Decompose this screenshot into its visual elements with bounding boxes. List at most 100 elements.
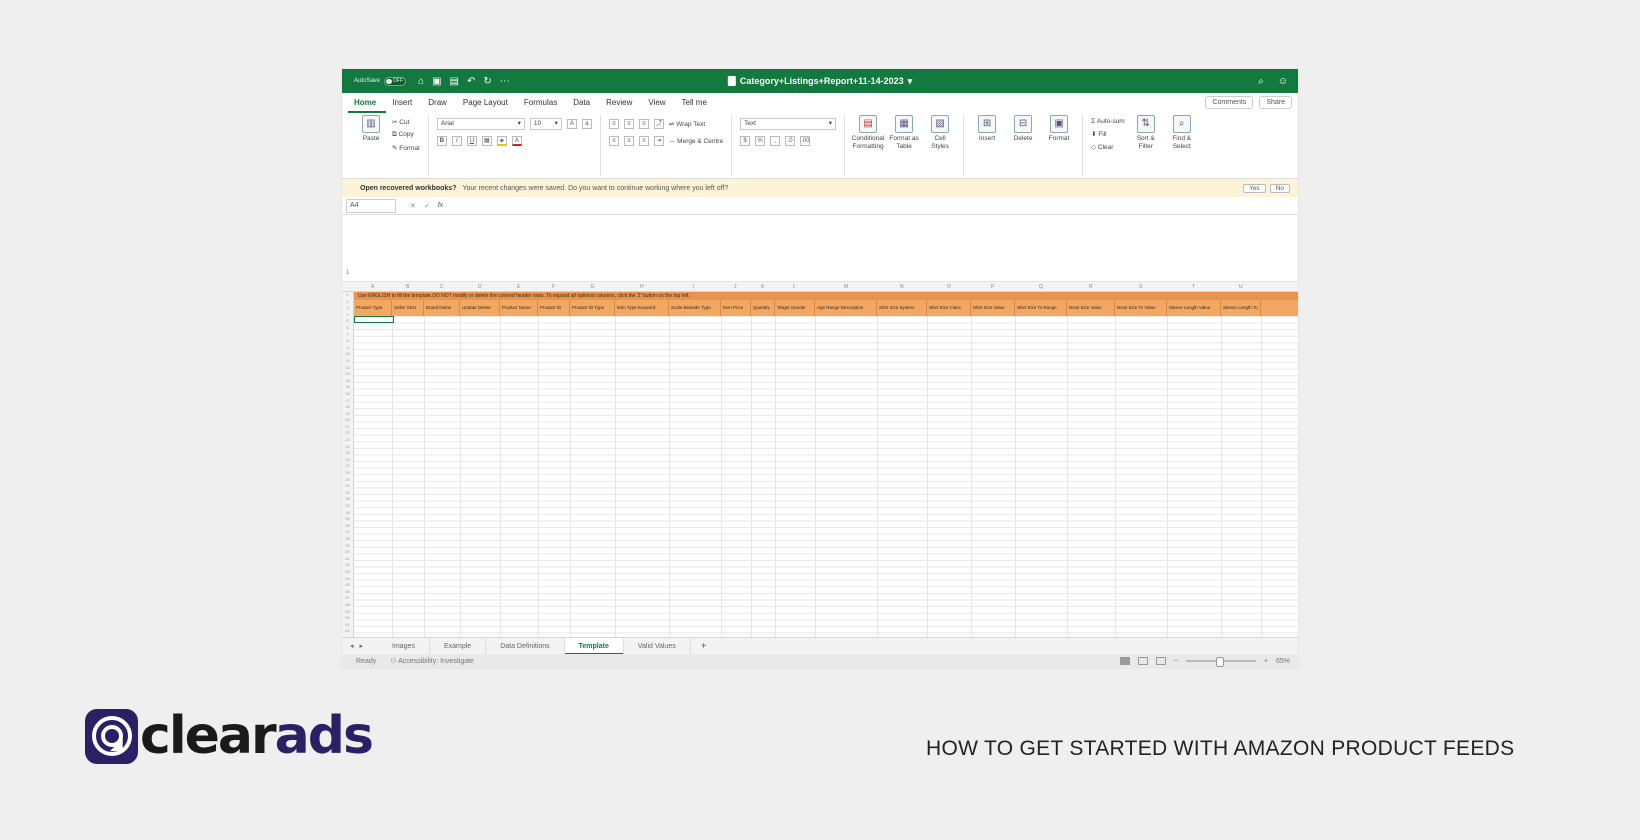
sort-filter-button[interactable]: ⇅ Sort & Filter	[1131, 115, 1161, 151]
insert-cells-button[interactable]: ⊞ Insert	[972, 115, 1002, 143]
selected-cell[interactable]	[354, 316, 394, 323]
decrease-font-icon[interactable]: a	[581, 119, 592, 129]
row-number[interactable]: 2	[342, 299, 353, 306]
row-number[interactable]: 5	[342, 318, 353, 325]
row-number[interactable]: 49	[342, 609, 353, 616]
italic-icon[interactable]: I	[451, 136, 462, 146]
row-number[interactable]: 1	[342, 292, 353, 299]
borders-icon[interactable]: ▦	[481, 136, 492, 146]
column-letter[interactable]: N	[900, 282, 904, 292]
tab-draw[interactable]: Draw	[422, 93, 457, 113]
row-number[interactable]: 43	[342, 569, 353, 576]
align-center-icon[interactable]: ≡	[623, 136, 634, 146]
column-header-cell[interactable]: Target Gender	[775, 300, 815, 316]
paste-button[interactable]: ▥ Paste	[356, 115, 386, 143]
comma-icon[interactable]: ,	[770, 136, 781, 146]
merge-centre-button[interactable]: ⇔ Merge & Centre	[669, 138, 723, 145]
font-size-select[interactable]: 10 ▾	[529, 118, 562, 130]
column-header-cell[interactable]: Product ID Type	[570, 300, 615, 316]
column-letter[interactable]: T	[1192, 282, 1195, 292]
column-letter[interactable]: S	[1139, 282, 1142, 292]
row-number[interactable]: 26	[342, 457, 353, 464]
column-letter[interactable]: O	[947, 282, 951, 292]
tab-template[interactable]: Template	[564, 637, 624, 655]
row-number[interactable]: 39	[342, 543, 353, 550]
row-number[interactable]: 38	[342, 536, 353, 543]
row-number[interactable]: 48	[342, 602, 353, 609]
tab-formulas[interactable]: Formulas	[518, 93, 567, 113]
autosum-button[interactable]: Σ Auto-sum	[1091, 118, 1125, 125]
column-letter[interactable]: P	[991, 282, 994, 292]
tab-example[interactable]: Example	[430, 637, 487, 655]
zoom-out-icon[interactable]: −	[1174, 658, 1178, 665]
column-header-cell[interactable]: Scale Bedside Type	[669, 300, 721, 316]
number-format-select[interactable]: Text ▾	[740, 118, 837, 130]
row-number[interactable]: 18	[342, 404, 353, 411]
row-number[interactable]: 10	[342, 351, 353, 358]
format-cells-button[interactable]: ▣ Format	[1044, 115, 1074, 143]
row-number[interactable]: 51	[342, 622, 353, 629]
comments-button[interactable]: Comments	[1205, 96, 1254, 109]
yes-button[interactable]: Yes	[1243, 183, 1266, 193]
cut-button[interactable]: ✂ Cut	[392, 118, 420, 126]
column-letter[interactable]: R	[1089, 282, 1093, 292]
row-number[interactable]: 52	[342, 628, 353, 635]
row-number[interactable]: 42	[342, 562, 353, 569]
row-number[interactable]: 20	[342, 417, 353, 424]
row-number[interactable]: 19	[342, 411, 353, 418]
add-sheet-icon[interactable]: +	[691, 641, 717, 652]
column-letter[interactable]: B	[406, 282, 409, 292]
row-number[interactable]: 8	[342, 338, 353, 345]
row-number[interactable]: 44	[342, 576, 353, 583]
align-top-icon[interactable]: ≡	[608, 119, 619, 129]
column-letter[interactable]: A	[371, 282, 374, 292]
column-header-cell[interactable]: Shirt Size System	[877, 300, 927, 316]
tab-view[interactable]: View	[642, 93, 675, 113]
tab-insert[interactable]: Insert	[386, 93, 422, 113]
zoom-in-icon[interactable]: +	[1264, 658, 1268, 665]
column-letter[interactable]: Q	[1039, 282, 1043, 292]
copy-button[interactable]: ⧉ Copy	[392, 131, 420, 139]
delete-cells-button[interactable]: ⊟ Delete	[1008, 115, 1038, 143]
autosave-toggle[interactable]: AutoSave OFF	[354, 76, 407, 86]
column-header-cell[interactable]: Product Name	[500, 300, 538, 316]
column-header-cell[interactable]: Shirt Size To Range	[1015, 300, 1067, 316]
column-header-cell[interactable]: Shirt Size Class	[927, 300, 971, 316]
accessibility-status[interactable]: ⚇ Accessibility: Investigate	[390, 657, 474, 665]
outline-level-button[interactable]: 1	[346, 270, 349, 276]
sheet-nav-arrows[interactable]: ◂▸	[342, 642, 378, 650]
column-header-cell[interactable]: Update Delete	[460, 300, 500, 316]
currency-icon[interactable]: $	[740, 136, 751, 146]
column-letter[interactable]: E	[517, 282, 520, 292]
spreadsheet-grid[interactable]: 1 ABCDEFGHIJKLMNOPQRSTU 1 2 3 4 5 6 7 8 9 10 11 12 1…	[342, 268, 1298, 637]
percent-icon[interactable]: %	[755, 136, 766, 146]
row-number[interactable]: 9	[342, 345, 353, 352]
tab-images[interactable]: Images	[378, 637, 430, 655]
fill-button[interactable]: ⬇ Fill	[1091, 130, 1125, 138]
row-number[interactable]: 45	[342, 582, 353, 589]
row-number[interactable]: 34	[342, 510, 353, 517]
more-icon[interactable]: ⋯	[500, 76, 510, 87]
row-number[interactable]: 24	[342, 444, 353, 451]
row-number[interactable]: 25	[342, 450, 353, 457]
underline-icon[interactable]: U	[466, 136, 477, 146]
align-left-icon[interactable]: ≡	[608, 136, 619, 146]
column-letter[interactable]: G	[591, 282, 595, 292]
row-number[interactable]: 31	[342, 490, 353, 497]
column-header-cell[interactable]: Sleeve Length To	[1221, 300, 1261, 316]
fx-icon[interactable]: fx	[438, 202, 443, 209]
share-person-icon[interactable]: ☺	[1278, 76, 1288, 87]
tab-home[interactable]: Home	[348, 93, 387, 113]
increase-font-icon[interactable]: A	[566, 119, 577, 129]
row-number[interactable]: 36	[342, 523, 353, 530]
redo-icon[interactable]: ↻	[483, 76, 491, 87]
tab-valid-values[interactable]: Valid Values	[624, 637, 691, 655]
row-number[interactable]: 33	[342, 503, 353, 510]
indent-icon[interactable]: ⇥	[653, 136, 664, 146]
font-color-icon[interactable]: A	[511, 136, 522, 146]
format-as-table-button[interactable]: ▦ Format as Table	[889, 115, 919, 151]
row-number[interactable]: 35	[342, 516, 353, 523]
column-header-cell[interactable]: Seller SKU	[392, 300, 424, 316]
column-header-cell[interactable]: Quantity	[751, 300, 775, 316]
column-header-cell[interactable]: Item Type Keyword	[615, 300, 669, 316]
